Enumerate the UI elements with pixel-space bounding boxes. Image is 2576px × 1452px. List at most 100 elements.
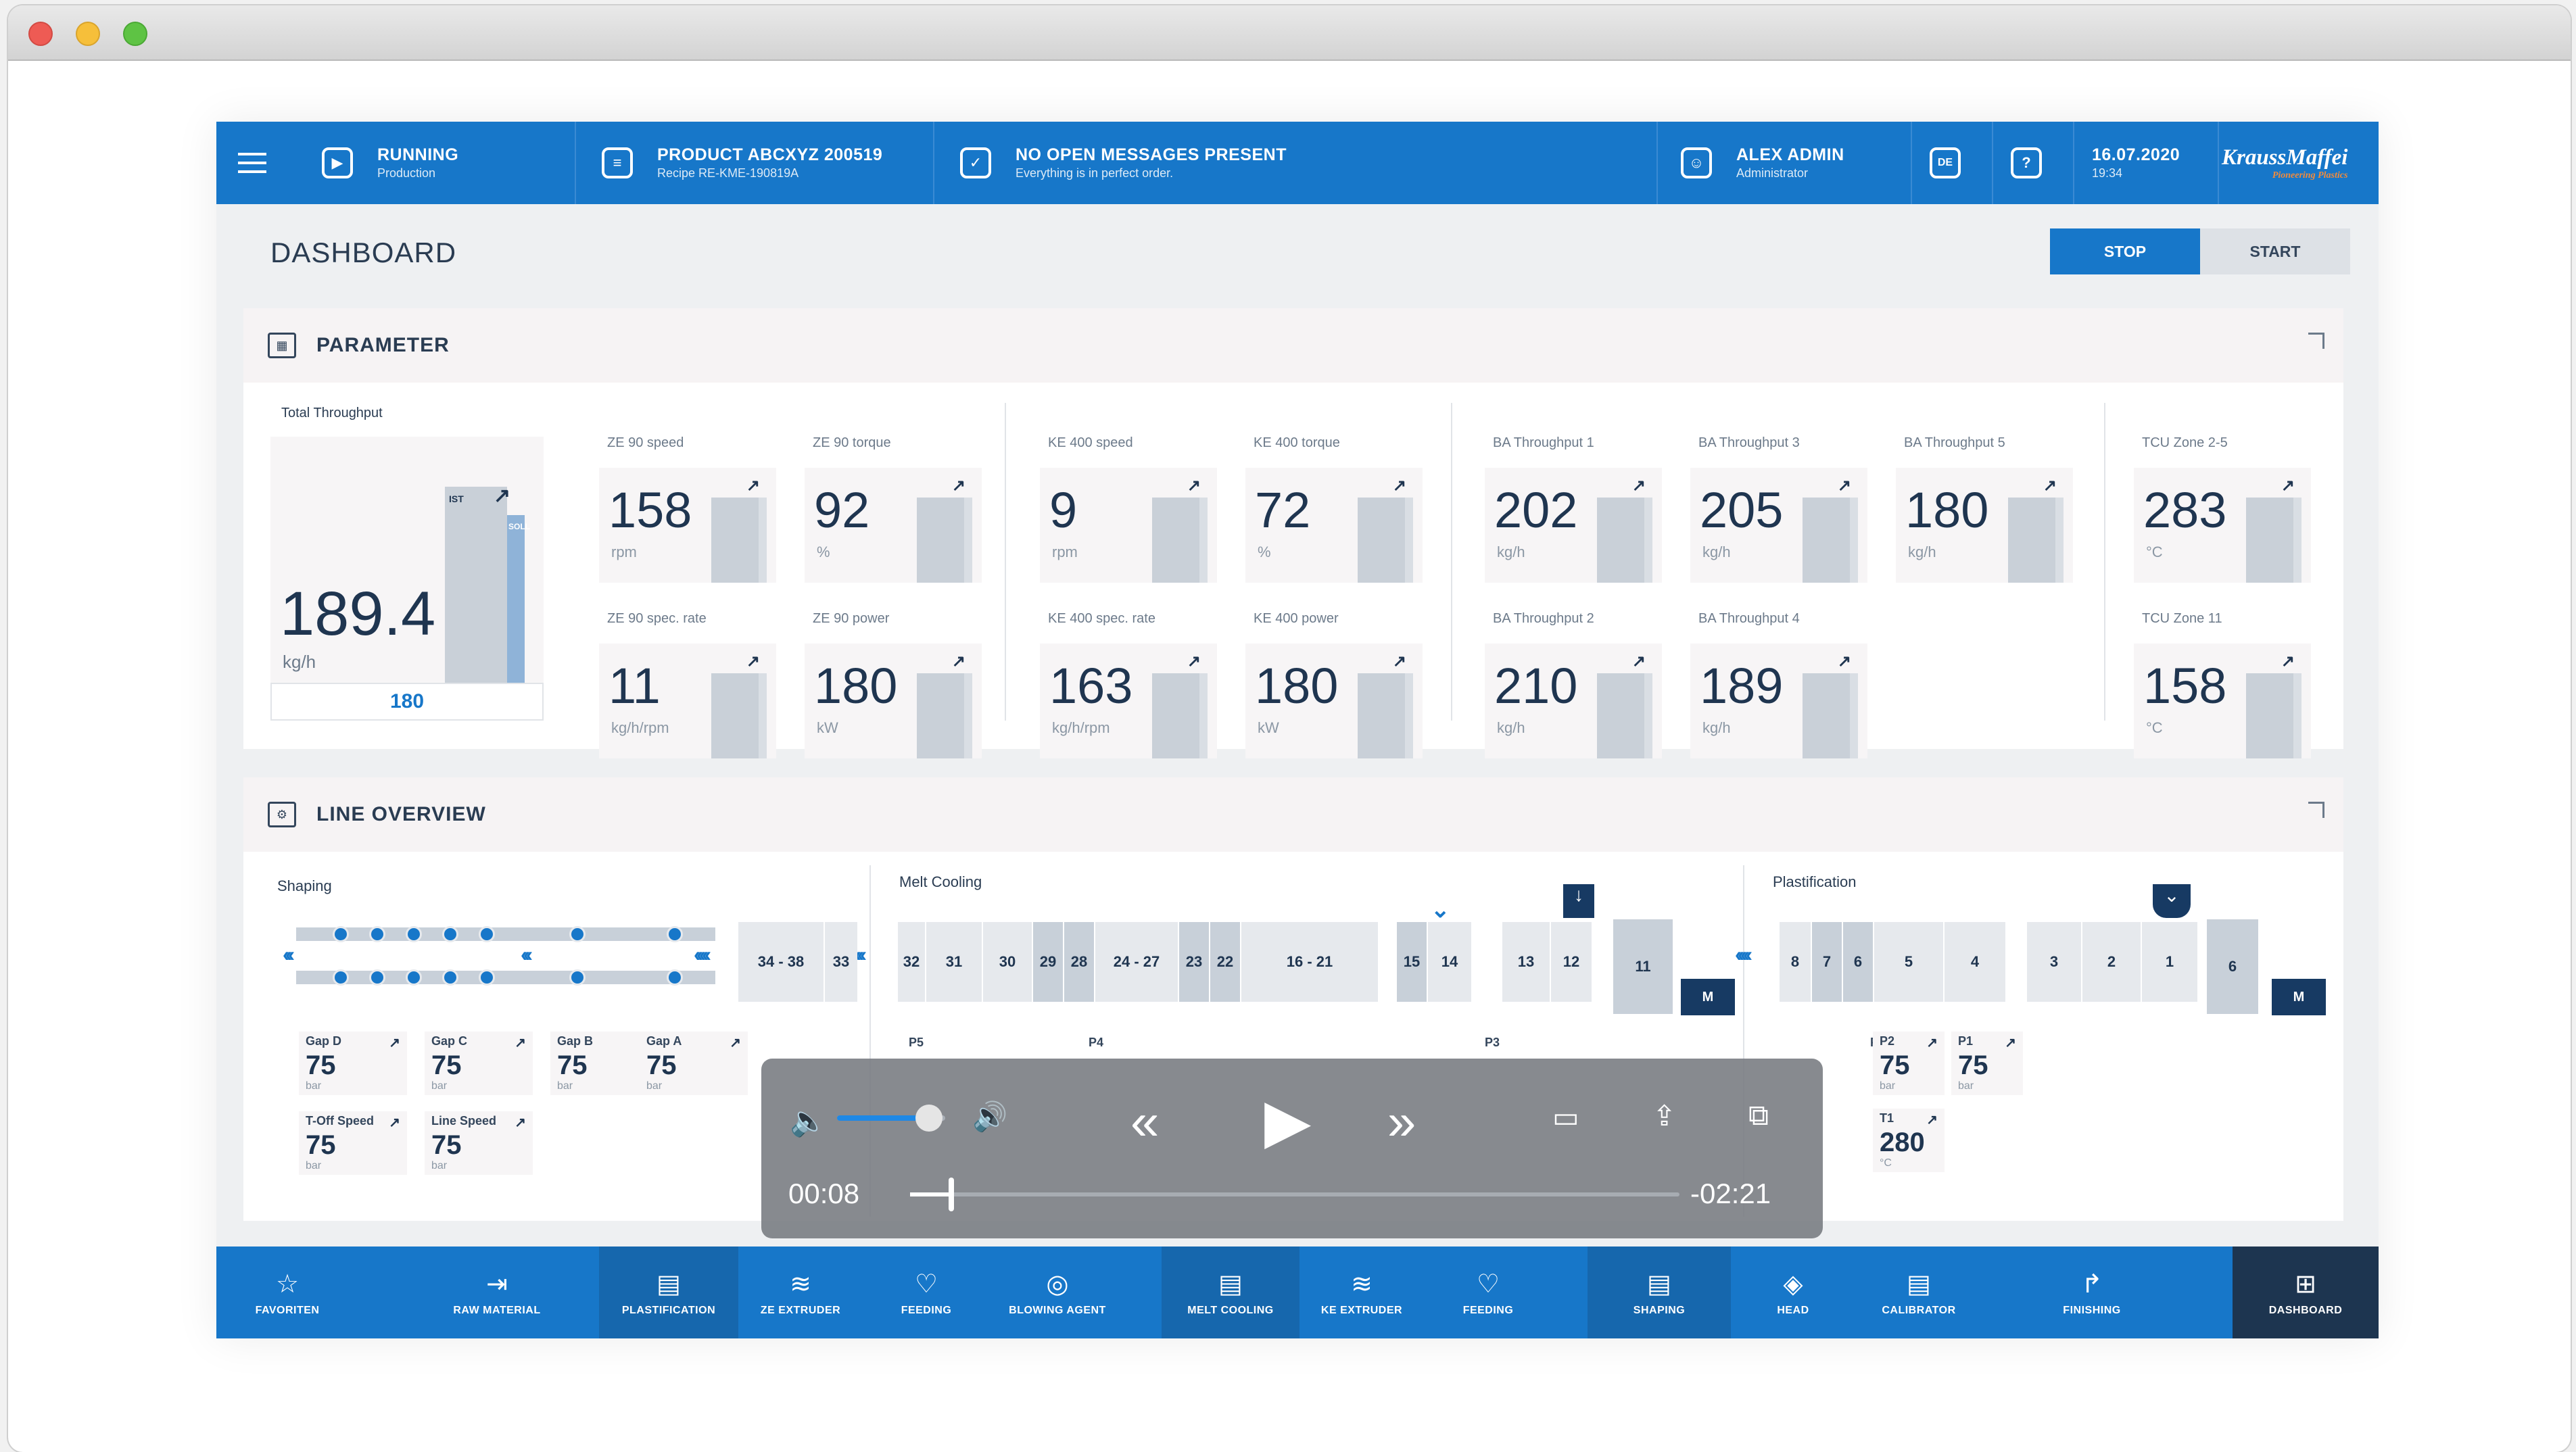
barrel-segment[interactable]: 24 - 27 [1094, 922, 1178, 1002]
shaping-roll-lower [296, 971, 715, 984]
shaping-value-card[interactable]: Gap D ↗ 75 bar [299, 1032, 407, 1095]
total-throughput-card[interactable]: IST SOLL ↗ 189.4 kg/h 180 [270, 437, 544, 721]
play-icon[interactable]: ▶ [1264, 1086, 1311, 1157]
nav-shaping[interactable]: ▤ SHAPING [1588, 1247, 1731, 1338]
barrel-segment[interactable]: 6 [2205, 919, 2258, 1014]
barrel-segment[interactable]: 28 [1063, 922, 1094, 1002]
plast-value-card[interactable]: T1 ↗ 280 °C [1873, 1109, 1945, 1172]
volume-max-icon[interactable]: 🔊 [972, 1100, 1007, 1134]
barrel-segment[interactable]: 7 [1811, 922, 1842, 1002]
motor-box[interactable]: M [2272, 979, 2326, 1015]
product-indicator[interactable]: ≡ PRODUCT ABCXYZ 200519 Recipe RE-KME-190… [602, 122, 882, 204]
nav-feeding[interactable]: ♡ FEEDING [863, 1247, 990, 1338]
barrel-segment[interactable]: 3 [2026, 922, 2081, 1002]
nav-ze-extruder[interactable]: ≋ ZE EXTRUDER [738, 1247, 863, 1338]
airplay-icon[interactable]: ▭ [1552, 1100, 1579, 1134]
kpi-card[interactable]: ↗ 210 kg/h [1485, 644, 1662, 758]
kpi-card[interactable]: ↗ 158 rpm [599, 468, 776, 583]
close-window-button[interactable] [28, 22, 53, 46]
barrel-segment[interactable]: 13 [1501, 922, 1550, 1002]
barrel-segment[interactable]: 33 [824, 922, 857, 1002]
kpi-bar [1803, 673, 1858, 758]
motor-box[interactable]: M [1681, 979, 1735, 1015]
plast-value-card[interactable]: P2 ↗ 75 bar [1873, 1032, 1945, 1095]
kpi-card[interactable]: ↗ 202 kg/h [1485, 468, 1662, 583]
nav-plastification[interactable]: ▤ PLASTIFICATION [599, 1247, 738, 1338]
volume-knob[interactable] [915, 1105, 943, 1132]
kpi-card[interactable]: ↗ 9 rpm [1040, 468, 1217, 583]
volume-slider[interactable] [837, 1105, 945, 1132]
hopper-icon[interactable]: ↓ [1563, 884, 1594, 918]
barrel-segment[interactable]: 16 - 21 [1240, 922, 1378, 1002]
barrel-segment[interactable]: 34 - 38 [737, 922, 824, 1002]
plast-value-card[interactable]: P1 ↗ 75 bar [1951, 1032, 2023, 1095]
barrel-segment[interactable]: 30 [982, 922, 1032, 1002]
nav-calibrator[interactable]: ▤ CALIBRATOR [1855, 1247, 1982, 1338]
shaping-value-card[interactable]: Line Speed ↗ 75 bar [425, 1111, 533, 1175]
barrel-segment[interactable]: 1 [2141, 922, 2197, 1002]
nav-ke-extruder[interactable]: ≋ KE EXTRUDER [1299, 1247, 1424, 1338]
kpi-card[interactable]: ↗ 158 °C [2134, 644, 2311, 758]
barrel-segment[interactable]: 2 [2081, 922, 2141, 1002]
maximize-window-button[interactable] [123, 22, 147, 46]
video-scrubber[interactable] [948, 1178, 954, 1211]
shaping-value-card[interactable]: Gap C ↗ 75 bar [425, 1032, 533, 1095]
user-indicator[interactable]: ☺ ALEX ADMIN Administrator [1681, 122, 1844, 204]
barrel-segment[interactable]: 6 [1842, 922, 1873, 1002]
kpi-card[interactable]: ↗ 205 kg/h [1690, 468, 1867, 583]
nav-finishing[interactable]: ↱ FINISHING [2020, 1247, 2164, 1338]
kpi-card[interactable]: ↗ 189 kg/h [1690, 644, 1867, 758]
barrel-segment[interactable]: 23 [1178, 922, 1209, 1002]
minimize-window-button[interactable] [76, 22, 100, 46]
shaping-value-card[interactable]: Gap A ↗ 75 bar [640, 1032, 748, 1095]
barrel-segment[interactable]: 11 [1612, 919, 1673, 1014]
total-throughput-unit: kg/h [283, 652, 316, 672]
kpi-unit: °C [2146, 543, 2163, 560]
kpi-card[interactable]: ↗ 180 kW [805, 644, 982, 758]
video-elapsed: 00:08 [788, 1178, 860, 1209]
check-message-icon: ✓ [960, 147, 991, 178]
rewind-icon[interactable]: « [1130, 1092, 1159, 1151]
barrel-segment[interactable]: 4 [1943, 922, 2005, 1002]
help-button[interactable]: ? [2011, 122, 2042, 204]
fast-forward-icon[interactable]: » [1387, 1092, 1416, 1151]
barrel-segment[interactable]: 22 [1209, 922, 1240, 1002]
messages-indicator[interactable]: ✓ NO OPEN MESSAGES PRESENT Everything is … [960, 122, 1287, 204]
picture-in-picture-icon[interactable]: ⧉ [1748, 1099, 1769, 1132]
nav-raw-material[interactable]: ⇥ RAW MATERIAL [426, 1247, 568, 1338]
nav-blowing-agent[interactable]: ◎ BLOWING AGENT [990, 1247, 1125, 1338]
feeder-shield-icon[interactable]: ⌄ [2153, 884, 2191, 918]
status-indicator[interactable]: ▶ RUNNING Production [322, 122, 458, 204]
nav-feeding[interactable]: ♡ FEEDING [1424, 1247, 1552, 1338]
kpi-card[interactable]: ↗ 283 °C [2134, 468, 2311, 583]
start-button[interactable]: START [2200, 228, 2350, 274]
barrel-segment[interactable]: 32 [897, 922, 925, 1002]
barrel-segment[interactable]: 8 [1778, 922, 1811, 1002]
kpi-card[interactable]: ↗ 92% [805, 468, 982, 583]
barrel-segment[interactable]: 31 [925, 922, 982, 1002]
kpi-card[interactable]: ↗ 180 kg/h [1896, 468, 2073, 583]
stop-button[interactable]: STOP [2050, 228, 2200, 274]
mute-icon[interactable]: 🔈 [790, 1103, 827, 1138]
barrel-segment[interactable]: 29 [1032, 922, 1063, 1002]
barrel-segment[interactable]: 12 [1550, 922, 1592, 1002]
nav-head[interactable]: ◈ HEAD [1731, 1247, 1855, 1338]
kpi-card[interactable]: ↗ 72% [1245, 468, 1423, 583]
kpi-card[interactable]: ↗ 11 kg/h/rpm [599, 644, 776, 758]
video-progress-track[interactable] [910, 1178, 1679, 1211]
kpi-card[interactable]: ↗ 180 kW [1245, 644, 1423, 758]
kpi-card[interactable]: ↗ 163 kg/h/rpm [1040, 644, 1217, 758]
nav-favoriten[interactable]: ☆ FAVORITEN [216, 1247, 358, 1338]
menu-button[interactable] [238, 122, 266, 204]
expand-line-overview-icon[interactable] [2308, 802, 2324, 818]
expand-parameter-icon[interactable] [2308, 333, 2324, 349]
barrel-segment[interactable]: 14 [1427, 922, 1471, 1002]
language-button[interactable]: DE [1930, 122, 1961, 204]
share-icon[interactable]: ⇪ [1652, 1099, 1676, 1132]
nav-dashboard[interactable]: ⊞ DASHBOARD [2233, 1247, 2379, 1338]
barrel-segment[interactable]: 15 [1396, 922, 1427, 1002]
value-number: 75 [1958, 1050, 1988, 1080]
nav-melt-cooling[interactable]: ▤ MELT COOLING [1162, 1247, 1299, 1338]
barrel-segment[interactable]: 5 [1873, 922, 1943, 1002]
shaping-value-card[interactable]: T-Off Speed ↗ 75 bar [299, 1111, 407, 1175]
